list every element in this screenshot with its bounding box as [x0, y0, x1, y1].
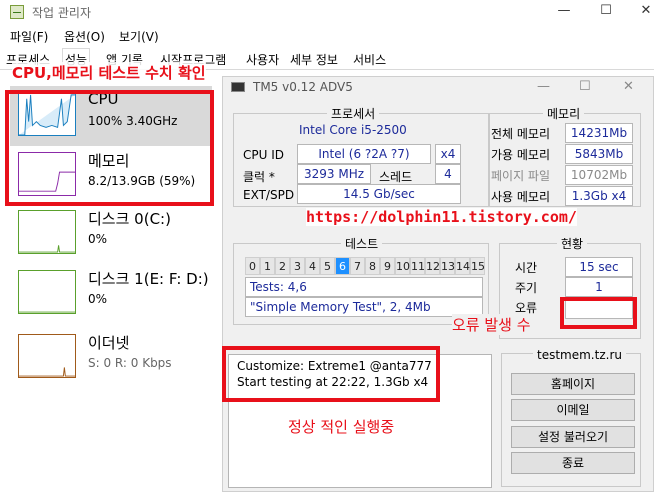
cpu-model: Intel Core i5-2500 — [299, 123, 407, 137]
cycle-value: 1 — [565, 277, 633, 297]
test-cell: 5 — [320, 257, 335, 275]
test-cell: 2 — [275, 257, 290, 275]
test-cell: 11 — [410, 257, 425, 275]
sidebar-item-disk1[interactable]: 디스크 1(E: F: D:) 0% — [10, 264, 212, 324]
tests-line: Tests: 4,6 — [245, 277, 483, 297]
test-cell: 10 — [395, 257, 410, 275]
page-file-label: 페이지 파일 — [491, 169, 551, 183]
thread-label: 스레드 — [379, 170, 413, 184]
tm5-minimize-button[interactable]: — — [537, 79, 550, 94]
tm5-close-button[interactable]: ✕ — [623, 79, 634, 94]
total-memory-label: 전체 메모리 — [491, 127, 551, 141]
cpu-id-value: Intel (6 ?2A ?7) — [297, 144, 431, 164]
time-label: 시간 — [515, 261, 538, 275]
close-button[interactable]: ✕ — [637, 2, 654, 20]
homepage-button[interactable]: 홈페이지 — [511, 373, 635, 395]
maximize-button[interactable]: ☐ — [597, 2, 615, 20]
clock-label: 클럭 * — [243, 170, 275, 184]
annotation-log-box — [222, 346, 440, 402]
test-cell: 1 — [260, 257, 275, 275]
menu-view[interactable]: 보기(V) — [119, 28, 159, 45]
clock-value: 3293 MHz — [297, 164, 371, 184]
test-cell: 7 — [350, 257, 365, 275]
cpu-id-label: CPU ID — [243, 148, 284, 162]
ram-chip-icon — [231, 82, 245, 92]
annotation-url: https://dolphin11.tistory.com/ — [306, 208, 577, 226]
test-cell: 6 — [335, 257, 350, 275]
disk1-label: 디스크 1(E: F: D:) — [88, 270, 209, 288]
time-value: 15 sec — [565, 257, 633, 277]
window-title: 작업 관리자 — [32, 6, 92, 20]
test-cell: 15 — [470, 257, 485, 275]
memory-title: 메모리 — [543, 105, 585, 122]
email-button[interactable]: 이메일 — [511, 399, 635, 421]
used-memory-label: 사용 메모리 — [491, 190, 551, 204]
annotation-top-label: CPU,메모리 테스트 수치 확인 — [12, 62, 206, 83]
used-memory-value: 1.3Gb x4 — [565, 186, 633, 206]
test-cell: 8 — [365, 257, 380, 275]
annotation-running-label: 정상 적인 실행중 — [288, 418, 395, 436]
minimize-button[interactable]: — — [555, 2, 573, 20]
test-cell: 3 — [290, 257, 305, 275]
tab-details[interactable]: 세부 정보 — [290, 51, 338, 68]
total-memory-value: 14231Mb — [565, 123, 633, 143]
cpu-id-multiplier: x4 — [435, 144, 461, 164]
sidebar-item-ethernet[interactable]: 이더넷 S: 0 R: 0 Kbps — [10, 328, 212, 388]
disk0-label: 디스크 0(C:) — [88, 210, 171, 228]
menu-options[interactable]: 옵션(O) — [64, 28, 105, 45]
tm5-maximize-button[interactable]: ☐ — [579, 79, 591, 94]
disk1-graph — [18, 270, 76, 314]
available-memory-label: 가용 메모리 — [491, 148, 551, 162]
ethernet-detail: S: 0 R: 0 Kbps — [88, 356, 172, 370]
test-title: 테스트 — [341, 235, 383, 252]
tm5-title: TM5 v0.12 ADV5 — [253, 80, 353, 94]
test-cell: 0 — [245, 257, 260, 275]
title-bar: 작업 관리자 — ☐ ✕ — [0, 0, 654, 24]
ethernet-label: 이더넷 — [88, 334, 130, 352]
status-title: 현황 — [557, 235, 588, 252]
thread-value: 4 — [435, 164, 461, 184]
annotation-error-label: 오류 발생 수 — [452, 314, 531, 335]
test-cell: 4 — [305, 257, 320, 275]
menu-file[interactable]: 파일(F) — [10, 28, 48, 45]
disk0-detail: 0% — [88, 232, 108, 246]
load-config-button[interactable]: 설정 불러오기 — [511, 426, 635, 448]
test-cell: 14 — [455, 257, 470, 275]
page-file-value: 10702Mb — [565, 165, 633, 185]
cycle-label: 주기 — [515, 281, 538, 295]
ethernet-graph — [18, 334, 76, 378]
available-memory-value: 5843Mb — [565, 144, 633, 164]
annotation-error-box — [560, 297, 637, 329]
task-manager-icon — [10, 5, 24, 19]
disk0-graph — [18, 210, 76, 254]
tab-users[interactable]: 사용자 — [246, 51, 279, 68]
test-cell: 9 — [380, 257, 395, 275]
processor-title: 프로세서 — [327, 105, 380, 122]
tab-services[interactable]: 서비스 — [353, 51, 386, 68]
test-cell: 12 — [425, 257, 440, 275]
test-cell: 13 — [440, 257, 455, 275]
ext-spd-label: EXT/SPD — [243, 188, 295, 202]
test-name: "Simple Memory Test", 2, 4Mb — [245, 297, 483, 317]
tm5-title-bar: TM5 v0.12 ADV5 — ☐ ✕ — [223, 77, 654, 99]
exit-button[interactable]: 종료 — [511, 452, 635, 474]
sidebar-item-disk0[interactable]: 디스크 0(C:) 0% — [10, 204, 212, 264]
annotation-cpu-memory-box — [5, 90, 214, 206]
site-label: testmem.tz.ru — [533, 348, 626, 362]
test-progress-cells: 0 1 2 3 4 5 6 7 8 9 10 11 12 13 14 15 — [245, 257, 485, 275]
disk1-detail: 0% — [88, 292, 108, 306]
ext-spd-value: 14.5 Gb/sec — [297, 184, 461, 204]
